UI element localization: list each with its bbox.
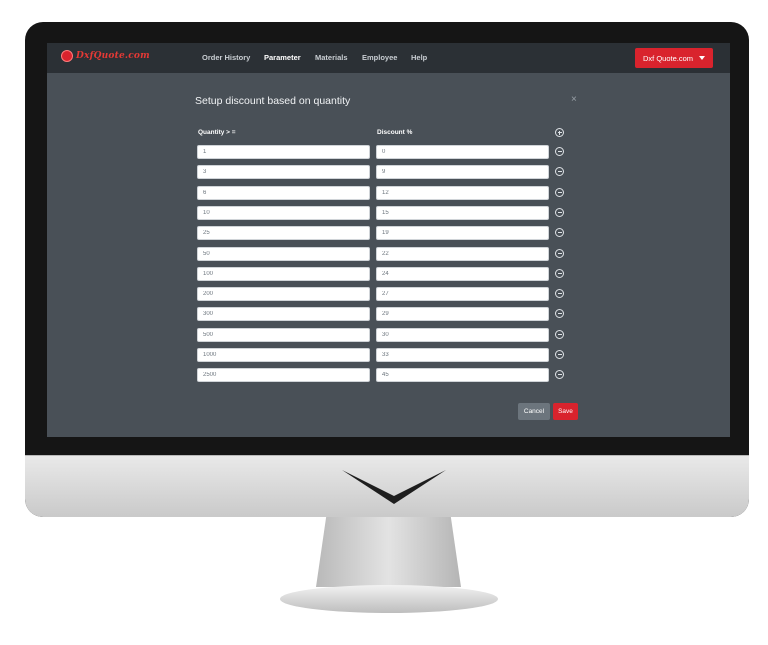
discount-input[interactable] (376, 287, 549, 301)
app-screen: DxfQuote.com Order History Parameter Mat… (47, 43, 730, 437)
discount-input[interactable] (376, 348, 549, 362)
minus-circle-icon[interactable] (555, 309, 564, 318)
minus-circle-icon[interactable] (555, 330, 564, 339)
quantity-input[interactable] (197, 206, 370, 220)
minus-circle-icon[interactable] (555, 147, 564, 156)
quantity-input[interactable] (197, 348, 370, 362)
minus-circle-icon[interactable] (555, 208, 564, 217)
save-button[interactable]: Save (553, 403, 578, 420)
quantity-input[interactable] (197, 145, 370, 159)
brand-logo[interactable]: DxfQuote.com (61, 50, 150, 62)
minus-circle-icon[interactable] (555, 370, 564, 379)
discount-input[interactable] (376, 267, 549, 281)
column-header-discount: Discount % (377, 129, 413, 136)
quantity-input[interactable] (197, 186, 370, 200)
monitor-logo-chevron (342, 470, 446, 504)
minus-circle-icon[interactable] (555, 269, 564, 278)
nav-item-materials[interactable]: Materials (315, 53, 348, 62)
quantity-input[interactable] (197, 165, 370, 179)
monitor-stand-neck (316, 517, 461, 587)
column-header-quantity: Quantity > = (198, 129, 236, 136)
minus-circle-icon[interactable] (555, 289, 564, 298)
brand-logo-text: DxfQuote.com (76, 51, 150, 61)
plus-circle-icon[interactable] (555, 128, 564, 137)
quantity-input[interactable] (197, 368, 370, 382)
nav-item-help[interactable]: Help (411, 53, 427, 62)
nav-item-order-history[interactable]: Order History (202, 53, 250, 62)
discount-input[interactable] (376, 186, 549, 200)
minus-circle-icon[interactable] (555, 350, 564, 359)
brand-logo-icon (61, 50, 73, 62)
discount-input[interactable] (376, 307, 549, 321)
user-menu-label: Dxf Quote.com (642, 53, 694, 63)
discount-input[interactable] (376, 368, 549, 382)
quantity-input[interactable] (197, 328, 370, 342)
discount-input[interactable] (376, 206, 549, 220)
discount-input[interactable] (376, 247, 549, 261)
quantity-input[interactable] (197, 267, 370, 281)
cancel-button[interactable]: Cancel (518, 403, 550, 420)
close-icon[interactable]: × (571, 94, 577, 105)
caret-down-icon (699, 56, 706, 60)
quantity-input[interactable] (197, 287, 370, 301)
discount-input[interactable] (376, 226, 549, 240)
discount-input[interactable] (376, 145, 549, 159)
quantity-input[interactable] (197, 247, 370, 261)
discount-input[interactable] (376, 328, 549, 342)
modal-title: Setup discount based on quantity (195, 95, 351, 107)
quantity-input[interactable] (197, 307, 370, 321)
nav-item-parameter[interactable]: Parameter (264, 53, 301, 62)
monitor-stand-base (280, 585, 498, 613)
minus-circle-icon[interactable] (555, 188, 564, 197)
minus-circle-icon[interactable] (555, 167, 564, 176)
minus-circle-icon[interactable] (555, 249, 564, 258)
discount-input[interactable] (376, 165, 549, 179)
minus-circle-icon[interactable] (555, 228, 564, 237)
user-menu-button[interactable]: Dxf Quote.com (635, 48, 713, 68)
nav-item-employee[interactable]: Employee (362, 53, 397, 62)
quantity-input[interactable] (197, 226, 370, 240)
navbar: DxfQuote.com Order History Parameter Mat… (47, 43, 730, 73)
